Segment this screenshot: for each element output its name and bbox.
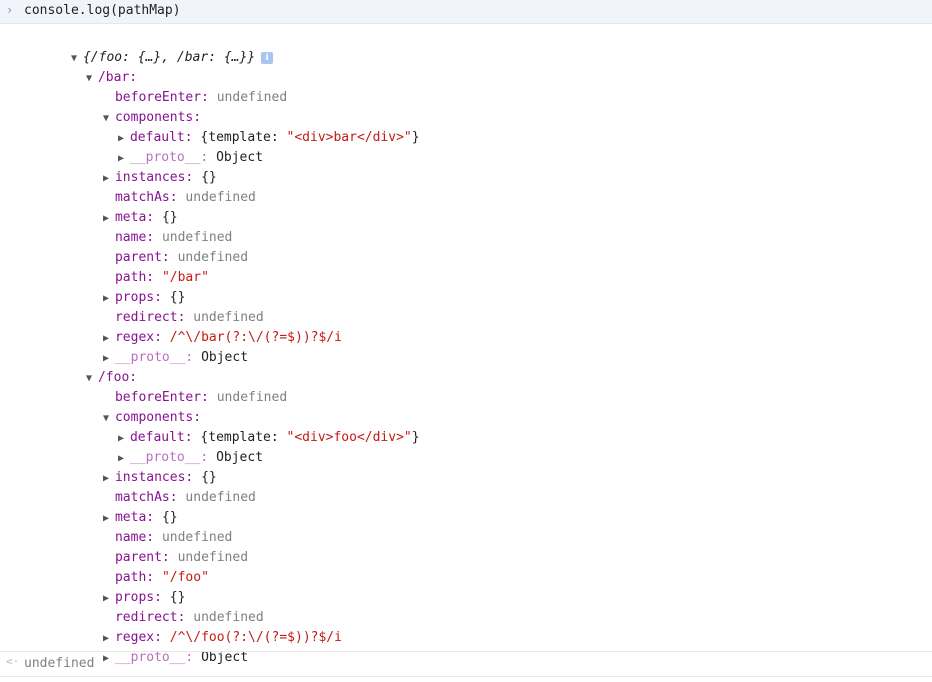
property-row-proto[interactable]: ▶ __proto__: Object [0, 328, 932, 365]
chevron-right-icon: › [6, 3, 14, 17]
console-result-row: <· undefined [0, 651, 932, 677]
property-row-proto[interactable]: ▶ __proto__: Object [0, 128, 932, 165]
property-row-regex[interactable]: ▶ regex: /^\/foo(?:\/(?=$))?$/i [0, 608, 932, 645]
property-row: matchAs: undefined [0, 468, 932, 505]
tree-root-row[interactable]: ▼ {/foo: {…}, /bar: {…}} i [0, 28, 932, 65]
property-row: name: undefined [0, 208, 932, 245]
property-row: parent: undefined [0, 528, 932, 565]
property-row: path: "/foo" [0, 548, 932, 585]
property-row-meta[interactable]: ▶ meta: {} [0, 488, 932, 525]
property-row-props[interactable]: ▶ props: {} [0, 568, 932, 605]
console-input-row: › console.log(pathMap) [0, 0, 932, 24]
devtools-console: › console.log(pathMap) ▼ {/foo: {…}, /bar… [0, 0, 932, 682]
property-row-proto[interactable]: ▶ __proto__: Object [0, 628, 932, 665]
property-row: path: "/bar" [0, 248, 932, 285]
property-row-components[interactable]: ▼ components: [0, 388, 932, 425]
property-row-instances[interactable]: ▶ instances: {} [0, 448, 932, 485]
property-row: redirect: undefined [0, 288, 932, 325]
object-tree: ▼ {/foo: {…}, /bar: {…}} i ▼/bar: beforeEn… [0, 28, 932, 665]
property-row: name: undefined [0, 508, 932, 545]
property-row: beforeEnter: undefined [0, 368, 932, 405]
route-row-foo[interactable]: ▼/foo: [0, 348, 932, 385]
property-row-meta[interactable]: ▶ meta: {} [0, 188, 932, 225]
property-row-proto[interactable]: ▶ __proto__: Object [0, 428, 932, 465]
result-value: undefined [24, 656, 95, 671]
property-row-props[interactable]: ▶ props: {} [0, 268, 932, 305]
return-arrow-icon: <· [6, 655, 20, 668]
property-row-instances[interactable]: ▶ instances: {} [0, 148, 932, 185]
route-row-bar[interactable]: ▼/bar: [0, 48, 932, 85]
property-row: matchAs: undefined [0, 168, 932, 205]
property-row-default[interactable]: ▶ default: {template: "<div>bar</div>"} [0, 108, 932, 145]
property-row: parent: undefined [0, 228, 932, 265]
property-row-default[interactable]: ▶ default: {template: "<div>foo</div>"} [0, 408, 932, 445]
console-command[interactable]: console.log(pathMap) [24, 3, 181, 18]
property-row-regex[interactable]: ▶ regex: /^\/bar(?:\/(?=$))?$/i [0, 308, 932, 345]
property-row: redirect: undefined [0, 588, 932, 625]
property-row: beforeEnter: undefined [0, 68, 932, 105]
property-row-components[interactable]: ▼ components: [0, 88, 932, 125]
